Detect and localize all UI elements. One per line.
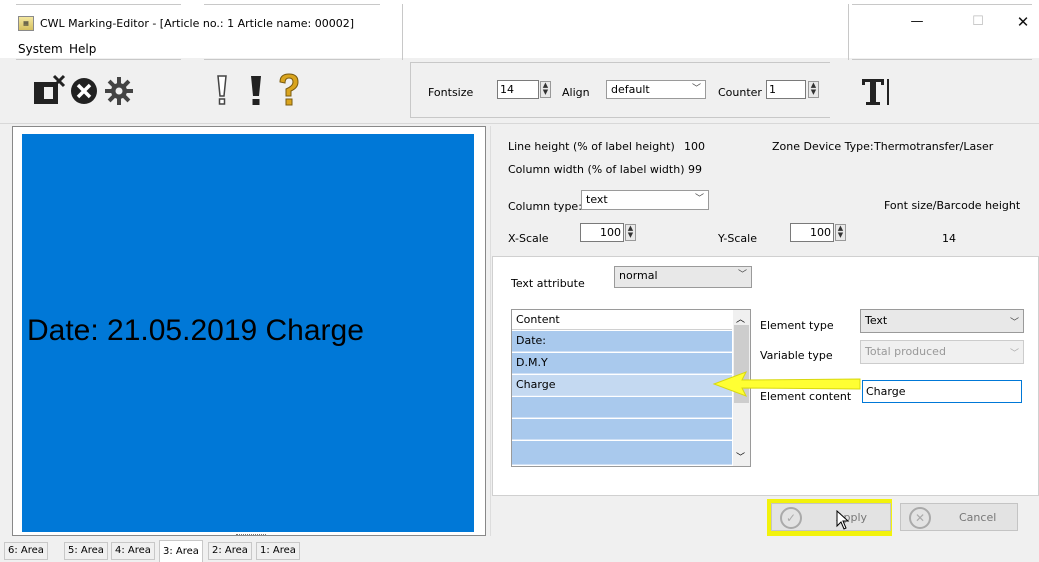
- align-select[interactable]: default ﹀: [606, 80, 706, 99]
- toolbar-group-help: [204, 4, 380, 60]
- list-item[interactable]: D.M.Y: [512, 353, 732, 374]
- counter-input[interactable]: 1: [766, 80, 806, 99]
- variable-type-label: Variable type: [760, 349, 833, 362]
- align-select-value: default: [611, 83, 650, 96]
- align-label: Align: [562, 86, 590, 99]
- mouse-cursor-icon: [836, 510, 850, 530]
- x-scale-label: X-Scale: [508, 232, 549, 245]
- scroll-down-icon[interactable]: ﹀: [736, 450, 745, 463]
- apply-button[interactable]: ✓ Apply: [771, 503, 891, 531]
- element-type-select[interactable]: Text ﹀: [860, 309, 1024, 333]
- list-item[interactable]: [512, 419, 732, 440]
- toolbar-group-text: [852, 4, 1032, 60]
- tab-area-5[interactable]: 5: Area: [64, 542, 108, 560]
- element-type-value: Text: [865, 314, 888, 327]
- settings-gear-icon[interactable]: [104, 76, 134, 106]
- list-item[interactable]: [512, 441, 732, 465]
- text-attribute-value: normal: [619, 269, 658, 282]
- cancel-circle-icon: ✕: [909, 507, 931, 529]
- text-cursor-icon[interactable]: [860, 76, 894, 106]
- counter-label: Counter: [718, 86, 762, 99]
- tab-area-1[interactable]: 1: Area: [256, 542, 300, 560]
- list-item[interactable]: [512, 397, 732, 418]
- line-height-label: Line height (% of label height): [508, 140, 675, 153]
- content-list-header: Content: [512, 310, 732, 330]
- help-question-icon[interactable]: [276, 72, 302, 108]
- tab-area-3[interactable]: 3: Area: [159, 540, 203, 562]
- x-scale-input[interactable]: 100: [580, 223, 624, 242]
- tab-area-6[interactable]: 6: Area: [4, 542, 48, 560]
- text-attribute-select[interactable]: normal ﹀: [614, 266, 752, 288]
- splitter-grip[interactable]: [236, 534, 266, 536]
- fontsize-label: Fontsize: [428, 86, 474, 99]
- list-item-selected[interactable]: Charge: [512, 375, 732, 396]
- y-scale-stepper[interactable]: ▲ ▼: [835, 224, 846, 241]
- text-attribute-label: Text attribute: [511, 277, 585, 290]
- chevron-down-icon: ﹀: [691, 84, 701, 94]
- element-content-input[interactable]: Charge: [862, 380, 1022, 403]
- cancel-circle-icon[interactable]: [70, 76, 100, 106]
- counter-stepper[interactable]: ▲ ▼: [808, 81, 819, 98]
- element-content-label: Element content: [760, 390, 852, 403]
- chevron-down-icon: ﹀: [694, 194, 704, 204]
- x-scale-stepper[interactable]: ▲ ▼: [625, 224, 636, 241]
- chevron-down-icon: ﹀: [737, 270, 747, 280]
- column-type-label: Column type:: [508, 200, 582, 213]
- tab-area-2[interactable]: 2: Area: [208, 542, 252, 560]
- font-size-value: 14: [942, 232, 956, 245]
- chevron-down-icon: ﹀: [1009, 318, 1019, 328]
- scroll-up-icon[interactable]: ︿: [736, 312, 745, 325]
- area-tabbar: [0, 540, 1039, 562]
- cancel-label: Cancel: [959, 511, 997, 524]
- toolbar-group-file: [16, 4, 181, 60]
- fontsize-stepper[interactable]: ▲ ▼: [540, 81, 551, 98]
- element-type-label: Element type: [760, 319, 834, 332]
- y-scale-label: Y-Scale: [718, 232, 757, 245]
- toolbar-separator: [848, 4, 849, 60]
- toolbar-separator: [402, 4, 403, 60]
- y-scale-input[interactable]: 100: [790, 223, 834, 242]
- list-item[interactable]: Date:: [512, 331, 732, 352]
- column-type-select[interactable]: text ﹀: [581, 190, 709, 210]
- exclamation-icon[interactable]: [214, 74, 230, 108]
- close-editor-icon[interactable]: [32, 74, 68, 106]
- tab-area-4[interactable]: 4: Area: [111, 542, 155, 560]
- fontsize-input[interactable]: 14: [497, 80, 539, 99]
- cancel-button[interactable]: ✕ Cancel: [900, 503, 1018, 531]
- variable-type-value: Total produced: [865, 345, 946, 358]
- column-width-label: Column width (% of label width) 99: [508, 163, 702, 176]
- variable-type-select[interactable]: Total produced ﹀: [860, 340, 1024, 364]
- editor-window: ▦ CWL Marking-Editor - [Article no.: 1 A…: [0, 0, 1039, 562]
- zone-device-value: Thermotransfer/Laser: [874, 140, 994, 153]
- check-circle-icon: ✓: [780, 507, 802, 529]
- line-height-value: 100: [684, 140, 705, 153]
- font-size-label: Font size/Barcode height: [884, 199, 1021, 212]
- preview-text: Date: 21.05.2019 Charge: [27, 314, 364, 347]
- zone-device-label: Zone Device Type:: [772, 140, 874, 153]
- exclamation-bold-icon[interactable]: [248, 74, 264, 108]
- column-type-value: text: [586, 193, 608, 206]
- chevron-down-icon: ﹀: [1009, 349, 1019, 359]
